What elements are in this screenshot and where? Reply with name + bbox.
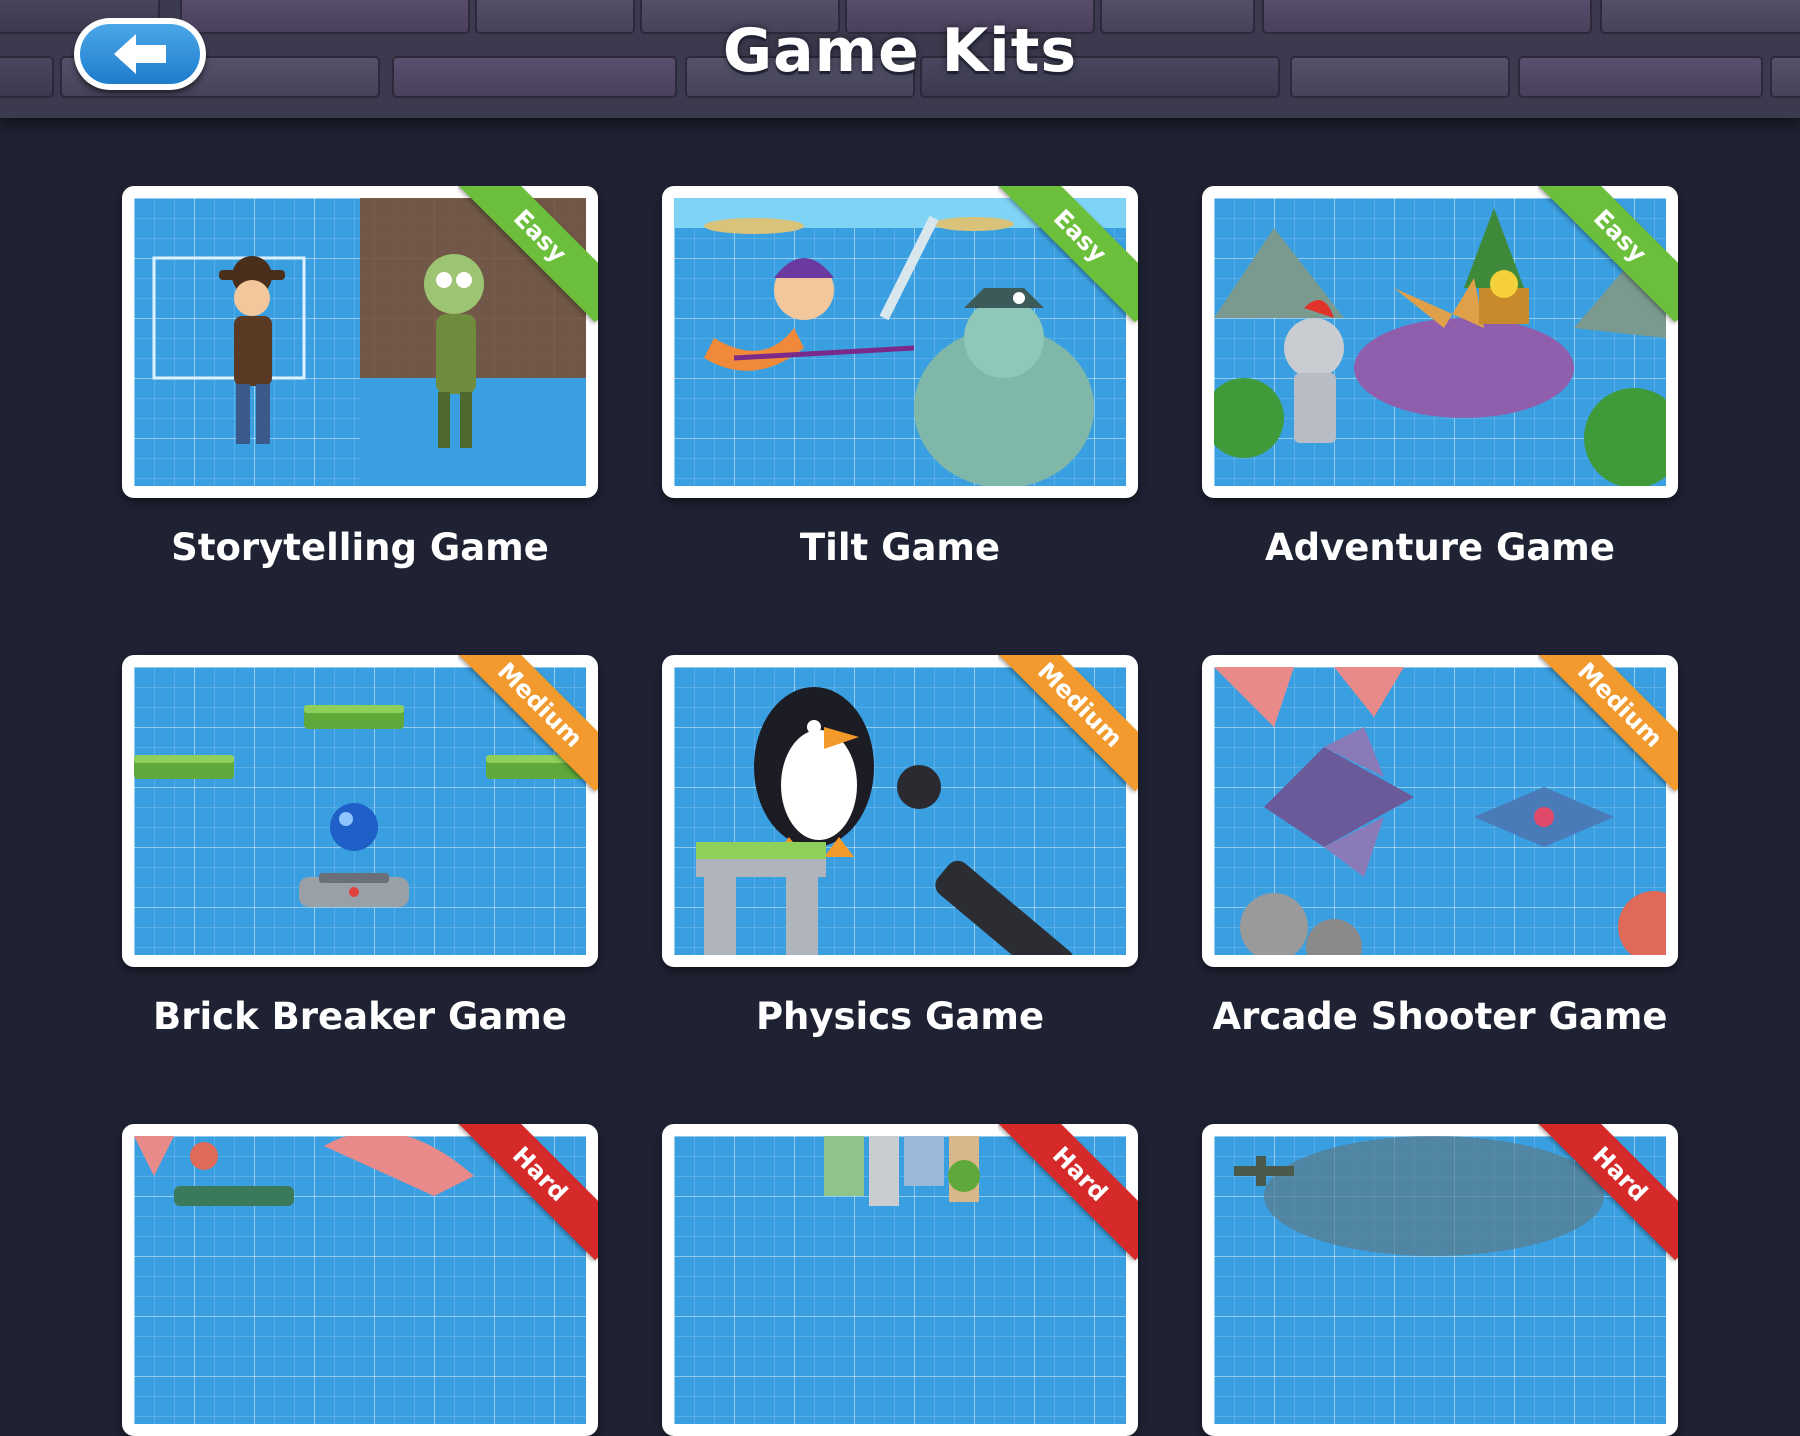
difficulty-ribbon: Medium — [998, 655, 1138, 795]
kit-thumbnail-frame: Easy — [662, 186, 1138, 498]
difficulty-ribbon: Easy — [458, 186, 598, 326]
kit-card-adventure[interactable]: Easy Adventure Game — [1202, 186, 1678, 569]
kit-thumbnail-frame: Hard — [662, 1124, 1138, 1436]
kit-card-row3-2[interactable]: Hard — [662, 1124, 1138, 1436]
kit-card-brick-breaker[interactable]: Medium Brick Breaker Game — [122, 655, 598, 1038]
kit-title: Physics Game — [755, 995, 1045, 1038]
difficulty-badge: Easy — [1538, 186, 1678, 323]
difficulty-ribbon: Hard — [458, 1124, 598, 1264]
difficulty-badge: Easy — [458, 186, 598, 323]
difficulty-ribbon: Easy — [1538, 186, 1678, 326]
kit-card-physics[interactable]: Medium Physics Game — [662, 655, 1138, 1038]
kit-title: Adventure Game — [1265, 526, 1615, 569]
kit-grid: Easy Storytelling Game Easy Tilt Game Ea… — [0, 0, 1800, 1436]
difficulty-badge: Hard — [998, 1124, 1138, 1261]
difficulty-ribbon: Hard — [1538, 1124, 1678, 1264]
kit-thumbnail-frame: Hard — [122, 1124, 598, 1436]
difficulty-ribbon: Easy — [998, 186, 1138, 326]
difficulty-badge: Medium — [1538, 655, 1678, 792]
kit-title: Tilt Game — [799, 526, 1001, 569]
difficulty-badge: Hard — [1538, 1124, 1678, 1261]
kit-title: Brick Breaker Game — [153, 995, 567, 1038]
difficulty-badge: Medium — [458, 655, 598, 792]
difficulty-badge: Medium — [998, 655, 1138, 792]
kit-thumbnail-frame: Medium — [122, 655, 598, 967]
difficulty-ribbon: Hard — [998, 1124, 1138, 1264]
kit-thumbnail-frame: Medium — [1202, 655, 1678, 967]
kit-thumbnail-frame: Easy — [122, 186, 598, 498]
kit-card-arcade-shooter[interactable]: Medium Arcade Shooter Game — [1202, 655, 1678, 1038]
difficulty-ribbon: Medium — [1538, 655, 1678, 795]
kit-thumbnail-frame: Medium — [662, 655, 1138, 967]
difficulty-badge: Easy — [998, 186, 1138, 323]
difficulty-ribbon: Medium — [458, 655, 598, 795]
kit-title: Storytelling Game — [171, 526, 549, 569]
kit-thumbnail-frame: Hard — [1202, 1124, 1678, 1436]
kit-card-tilt[interactable]: Easy Tilt Game — [662, 186, 1138, 569]
kit-card-row3-3[interactable]: Hard — [1202, 1124, 1678, 1436]
kit-thumbnail-frame: Easy — [1202, 186, 1678, 498]
kit-title: Arcade Shooter Game — [1212, 995, 1668, 1038]
difficulty-badge: Hard — [458, 1124, 598, 1261]
kit-card-storytelling[interactable]: Easy Storytelling Game — [122, 186, 598, 569]
kit-card-row3-1[interactable]: Hard — [122, 1124, 598, 1436]
